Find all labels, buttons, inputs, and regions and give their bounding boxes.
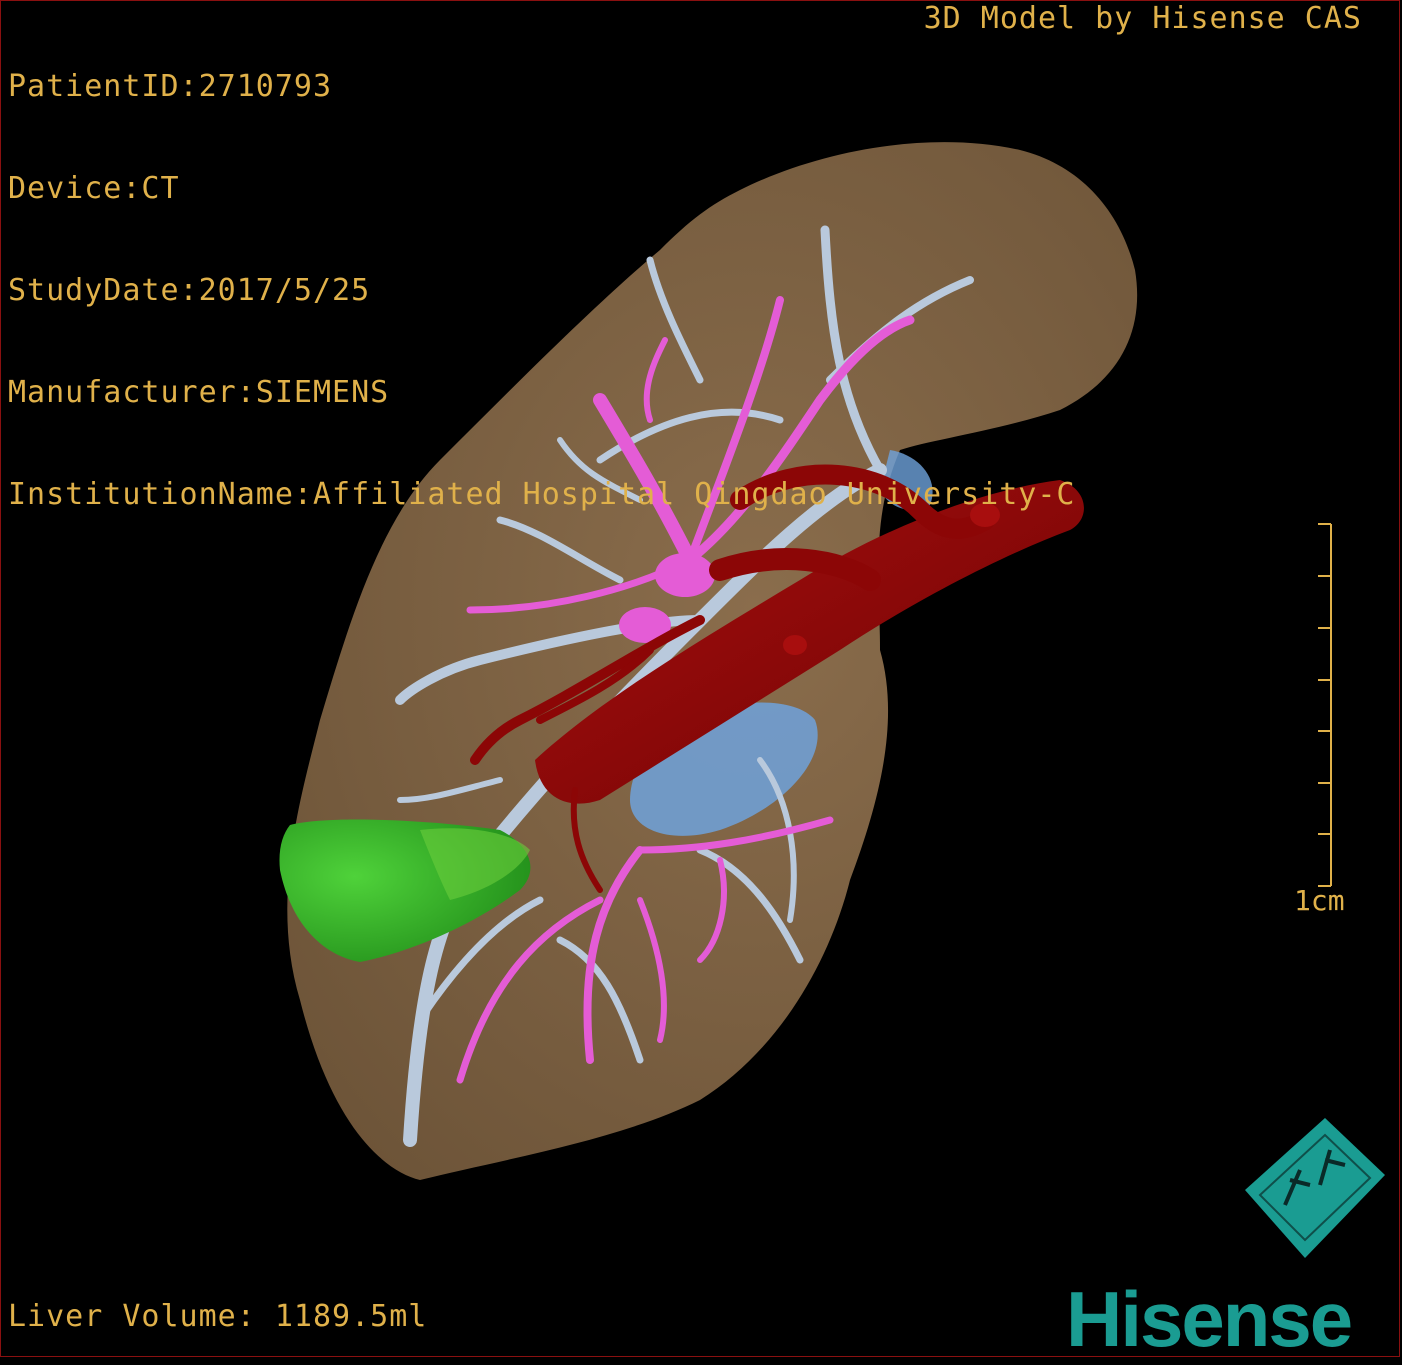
institution-name: InstitutionName:Affiliated Hospital Qing…: [8, 477, 1076, 512]
model-credit: 3D Model by Hisense CAS: [923, 1, 1362, 36]
study-date: StudyDate:2017/5/25: [8, 273, 371, 308]
patient-id: PatientID:2710793: [8, 69, 333, 104]
liver-volume: Liver Volume: 1189.5ml: [8, 1299, 428, 1334]
manufacturer: Manufacturer:SIEMENS: [8, 375, 390, 410]
hepatic-vein-confluence: [655, 553, 715, 597]
dicom-info-overlay: PatientID:2710793 Device:CT StudyDate:20…: [8, 2, 1075, 546]
scale-label: 1cm: [1294, 884, 1345, 917]
orientation-cube-icon[interactable]: [1245, 1118, 1385, 1258]
device: Device:CT: [8, 171, 180, 206]
hisense-logo: Hisense: [1066, 1275, 1353, 1363]
scale-bar: [1318, 523, 1332, 887]
